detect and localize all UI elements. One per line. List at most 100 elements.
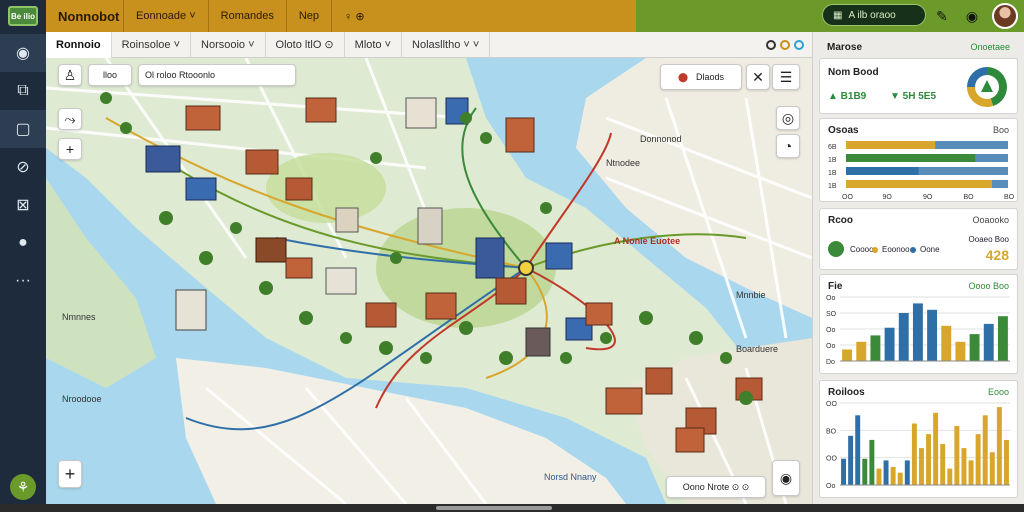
hbar-card[interactable]: Osoas Boo 6B 1B 1B 1B OO 9O 9O BO BO [819,118,1018,202]
bar [911,423,917,485]
bar [997,316,1008,361]
bar [961,448,967,485]
grid-icon: ▦ [833,9,843,21]
app-logo[interactable]: Be ilio [8,6,38,26]
bar [991,180,1008,188]
tab-3[interactable]: Norsooio ˅ [191,31,266,58]
bar [918,448,924,485]
zoom-in-button[interactable]: + [58,138,82,160]
circle-icon[interactable] [780,39,790,50]
tag-icon[interactable]: ⊘ [0,148,46,186]
circle-icon[interactable] [766,39,776,50]
menu-item-1[interactable]: Eonnoade ˅ [124,0,209,32]
bar [898,313,909,361]
bar [848,435,854,485]
route-button-label: lloo [102,70,117,80]
compass-icon[interactable]: ◉ [0,34,46,72]
eye-icon[interactable]: ● [0,224,46,262]
menu-item-4[interactable]: ♀ ⊕ [332,0,377,32]
legend-card[interactable]: Rcoo Ooaooko Coooo Eoonoo Oone Ooaeo Boo… [819,208,1018,270]
close-icon[interactable]: ✕ [746,64,770,90]
map-bottom-bar[interactable]: Oono Nrote ⊙ ⊙ [666,476,766,498]
bar [933,412,939,485]
window-controls [766,39,804,50]
status-bar [0,504,1024,512]
bar [883,460,889,485]
bar [989,452,995,485]
tab-5[interactable]: Mloto ˅ [345,31,403,58]
bar [846,154,976,162]
tab-6[interactable]: Nolaslltho ˅ ˅ [402,31,491,58]
legend-dot [872,247,878,253]
legend-dot [910,247,916,253]
search-pill-label: A ilb oraoo [848,9,896,21]
bar [941,325,952,361]
bar [927,309,938,361]
bar [1003,439,1009,485]
menu-item-3[interactable]: Nep [287,0,333,32]
bar [975,434,981,485]
gps-icon[interactable]: ◉ [772,460,800,496]
panel-title: Marose [827,42,863,53]
leaf-icon[interactable]: ⚘ [10,474,36,500]
more-icon[interactable]: ··· [0,262,46,300]
bar [983,323,994,361]
map-label: Ntnodee [606,158,641,168]
map-popup[interactable]: ⬤ Dlaods [660,64,742,90]
tick-label: BO [1004,194,1015,201]
map-label: Donnonod [640,134,682,144]
donut-chart [967,67,1007,107]
right-panel: Marose Onoetaee Nom Bood ▲ B1B9 ▼ 5H 5E5… [812,32,1024,504]
compass-icon[interactable]: ◔ [776,134,800,158]
map-label: Norsd Nnany [544,472,597,482]
card-stat: ▲ B1B9 [828,91,867,102]
map-search-input[interactable]: Ol roloo Rtooonlo [138,64,296,86]
summary-card[interactable]: Nom Bood ▲ B1B9 ▼ 5H 5E5 [819,58,1018,114]
avatar[interactable] [992,3,1018,29]
row-label: 1B [828,157,837,164]
bar [918,167,1008,175]
bar [870,335,881,361]
card-title: Rcoo [828,215,853,226]
legend-item: Coooo [850,245,874,254]
list-icon[interactable]: ☰ [772,64,800,90]
locate-icon[interactable]: ◎ [776,106,800,130]
bar [912,303,923,361]
tick-label: Do [826,359,835,366]
bar [982,415,988,485]
tick-label: Oo [826,295,835,302]
circle-icon[interactable] [794,39,804,50]
tab-2[interactable]: Roinsoloe ˅ [112,31,192,58]
add-button[interactable]: + [58,460,82,488]
bar-card-2[interactable]: Roiloos Eooo OO BO OO Oo [819,380,1018,498]
person-icon[interactable]: ♙ [58,64,82,86]
bar-chart: OO BO OO Oo [826,401,1010,490]
bar [869,439,875,485]
bar [940,444,946,485]
tab-1[interactable]: Ronnoio [46,31,112,58]
chat-icon[interactable]: ▢ [0,110,46,148]
bar-card[interactable]: Fie Oooo Boo Oo SO Oo Oo Do [819,274,1018,374]
direction-icon[interactable]: ⤳ [58,108,82,130]
layers-icon[interactable]: ⧉ [0,72,46,110]
bar [842,349,853,361]
record-icon[interactable]: ◉ [962,6,982,26]
panel-header-value: Onoetaee [970,42,1010,52]
bar-chart: Oo SO Oo Oo Do [826,295,1010,366]
scrollbar-thumb[interactable] [436,506,552,510]
map-canvas[interactable]: ♙ lloo Ol roloo Rtooonlo ⤳ + + ⬤ Dlaods … [46,58,812,504]
tick-label: BO [826,428,837,435]
bar [954,425,960,485]
tab-4[interactable]: Oloto ltlO ⊙ [266,31,345,58]
card-meta: Ooaooko [972,215,1009,225]
map-label: Nroodooe [62,394,102,404]
menu-item-2[interactable]: Romandes [209,0,287,32]
search-pill[interactable]: ▦ A ilb oraoo [822,4,926,26]
tick-label: Oo [826,327,835,334]
bar [926,434,932,485]
route-button[interactable]: lloo [88,64,132,86]
top-bar: Nonnobot Eonnoade ˅ Romandes Nep ♀ ⊕ ▦ A… [46,0,1024,32]
chart-icon[interactable]: ⊠ [0,186,46,224]
pen-icon[interactable]: ✎ [932,6,952,26]
bar [846,167,919,175]
